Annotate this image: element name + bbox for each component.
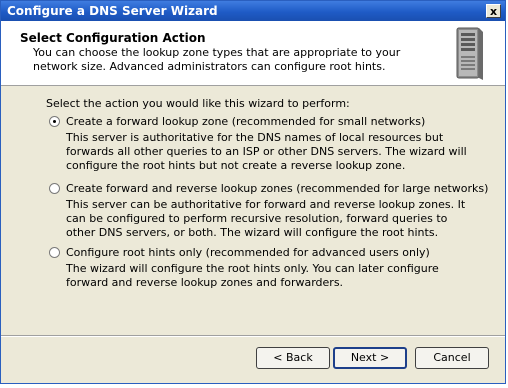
radio-root-hints[interactable]: [49, 247, 60, 258]
page-title: Select Configuration Action: [20, 31, 206, 45]
wizard-window: Configure a DNS Server Wizard x Select C…: [0, 0, 506, 384]
option-label[interactable]: Configure root hints only (recommended f…: [66, 246, 430, 259]
radio-forward-reverse[interactable]: [49, 183, 60, 194]
option-label[interactable]: Create a forward lookup zone (recommende…: [66, 115, 425, 128]
next-button[interactable]: Next >: [333, 347, 407, 369]
server-icon: [456, 27, 483, 80]
radio-forward-lookup[interactable]: [49, 116, 60, 127]
option-description: This server is authoritative for the DNS…: [66, 131, 467, 172]
page-subtitle: You can choose the lookup zone types tha…: [33, 46, 401, 73]
back-button[interactable]: < Back: [256, 347, 330, 369]
title-bar: Configure a DNS Server Wizard x: [1, 1, 505, 21]
footer-divider: [1, 335, 505, 337]
cancel-button[interactable]: Cancel: [415, 347, 489, 369]
action-prompt: Select the action you would like this wi…: [46, 97, 350, 110]
wizard-header: Select Configuration Action You can choo…: [1, 21, 505, 86]
option-description: This server can be authoritative for for…: [66, 198, 466, 239]
window-title: Configure a DNS Server Wizard: [7, 4, 218, 18]
option-description: The wizard will configure the root hints…: [66, 262, 439, 289]
option-label[interactable]: Create forward and reverse lookup zones …: [66, 182, 488, 195]
close-button[interactable]: x: [486, 4, 501, 18]
